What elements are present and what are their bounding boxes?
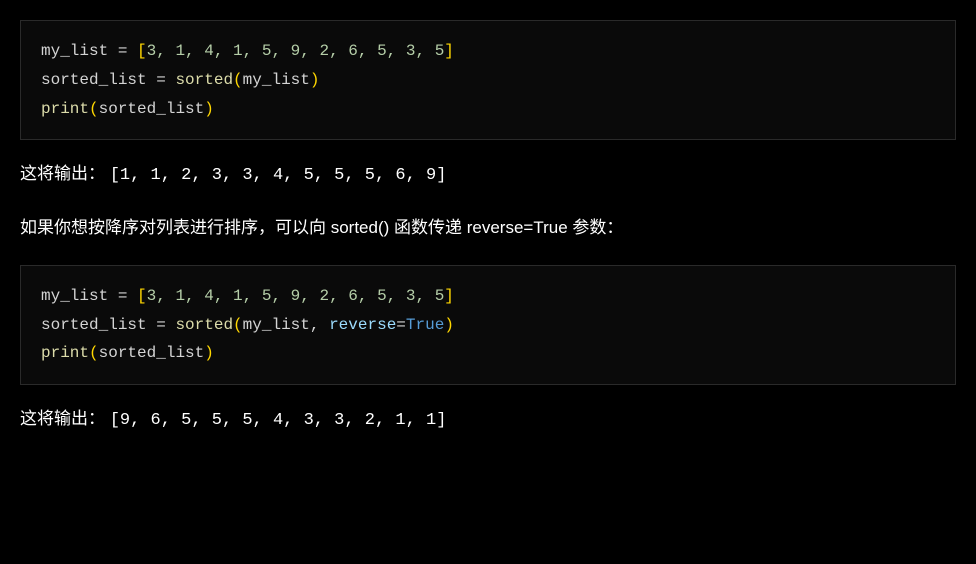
output-text-2: 这将输出： [9, 6, 5, 5, 5, 4, 3, 3, 2, 1, 1] [20, 405, 956, 434]
code-token: sorted [175, 316, 233, 334]
code-token: sorted_list [41, 71, 147, 89]
code-token: my_list [243, 71, 310, 89]
code-token: 3, 1, 4, 1, 5, 9, 2, 6, 5, 3, 5 [147, 42, 445, 60]
code-token: print [41, 100, 89, 118]
code-token: sorted [175, 71, 233, 89]
code-token: = [147, 316, 176, 334]
code-token: , [310, 316, 329, 334]
code-token: 3, 1, 4, 1, 5, 9, 2, 6, 5, 3, 5 [147, 287, 445, 305]
code-token: = [108, 287, 137, 305]
code-token: ( [233, 71, 243, 89]
code-token: ) [310, 71, 320, 89]
code-token: ] [444, 42, 454, 60]
code-token: sorted_list [99, 100, 205, 118]
output-label: 这将输出： [20, 164, 110, 183]
code-token: print [41, 344, 89, 362]
explanation-text: 如果你想按降序对列表进行排序，可以向 sorted() 函数传递 reverse… [20, 214, 956, 241]
code-token: sorted_list [41, 316, 147, 334]
code-token: ( [233, 316, 243, 334]
code-token: ) [204, 344, 214, 362]
code-token: = [147, 71, 176, 89]
code-token: ) [444, 316, 454, 334]
output-label: 这将输出： [20, 409, 110, 428]
code-token: ) [204, 100, 214, 118]
code-token: ( [89, 100, 99, 118]
code-token: sorted_list [99, 344, 205, 362]
code-block-2: my_list = [3, 1, 4, 1, 5, 9, 2, 6, 5, 3,… [20, 265, 956, 385]
code-token: [ [137, 287, 147, 305]
code-token: = [108, 42, 137, 60]
output-value: [9, 6, 5, 5, 5, 4, 3, 3, 2, 1, 1] [110, 411, 447, 430]
code-token: = [396, 316, 406, 334]
code-token: [ [137, 42, 147, 60]
code-token: True [406, 316, 444, 334]
code-token: my_list [41, 42, 108, 60]
code-block-1: my_list = [3, 1, 4, 1, 5, 9, 2, 6, 5, 3,… [20, 20, 956, 140]
code-token: my_list [41, 287, 108, 305]
output-value: [1, 1, 2, 3, 3, 4, 5, 5, 5, 6, 9] [110, 166, 447, 185]
output-text-1: 这将输出： [1, 1, 2, 3, 3, 4, 5, 5, 5, 6, 9] [20, 160, 956, 189]
code-token: reverse [329, 316, 396, 334]
code-token: my_list [243, 316, 310, 334]
code-token: ] [444, 287, 454, 305]
code-token: ( [89, 344, 99, 362]
